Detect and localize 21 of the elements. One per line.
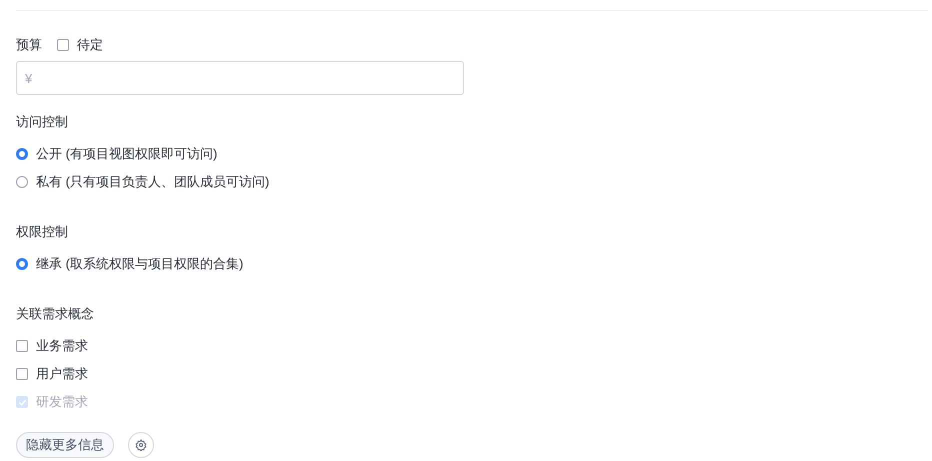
section-label: 关联需求概念: [16, 305, 95, 323]
checkbox-label: 用户需求: [36, 365, 88, 384]
radio-label: 私有 (只有项目负责人、团队成员可访问): [36, 173, 270, 192]
checkbox-label: 业务需求: [36, 337, 88, 356]
section-label: 访问控制: [16, 113, 69, 131]
field-label: 预算: [16, 36, 42, 54]
radio-label: 公开 (有项目视图权限即可访问): [36, 145, 218, 164]
radio-button[interactable]: [16, 148, 28, 160]
checkbox-label: 待定: [77, 36, 103, 54]
settings-button[interactable]: [128, 432, 154, 458]
toggle-more-info-button[interactable]: 隐藏更多信息: [16, 432, 114, 458]
checkbox[interactable]: [16, 368, 28, 380]
checkbox[interactable]: [16, 340, 28, 352]
input-field[interactable]: ¥: [16, 61, 464, 95]
checkbox[interactable]: [57, 39, 69, 51]
radio-button[interactable]: [16, 258, 28, 270]
settings-icon: [135, 439, 147, 451]
checkbox-label: 研发需求: [36, 393, 88, 412]
radio-button[interactable]: [16, 176, 28, 188]
section-label: 权限控制: [16, 223, 69, 241]
radio-label: 继承 (取系统权限与项目权限的合集): [36, 255, 244, 274]
